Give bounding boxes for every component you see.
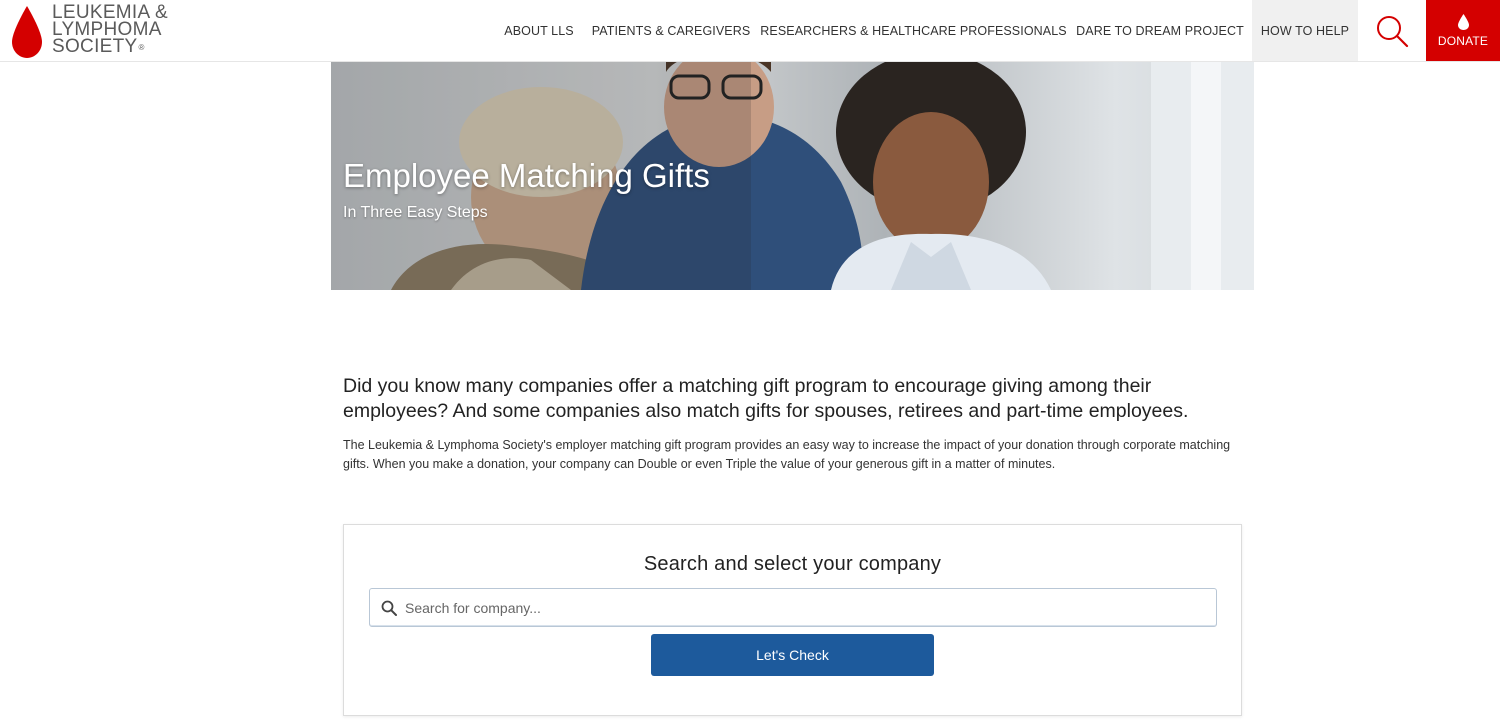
company-search-card: Search and select your company Let's Che… <box>343 524 1242 716</box>
company-search-box[interactable] <box>369 588 1217 627</box>
hero-subtitle: In Three Easy Steps <box>343 204 488 221</box>
company-search-input[interactable] <box>405 592 1205 623</box>
magnifier-icon <box>381 600 397 616</box>
drop-icon <box>1457 13 1469 30</box>
intro-body: The Leukemia & Lymphoma Society's employ… <box>343 438 1231 471</box>
lets-check-button[interactable]: Let's Check <box>651 634 934 676</box>
logo-wordmark: LEUKEMIA & LYMPHOMA SOCIETY® <box>52 2 168 57</box>
nav-about-lls[interactable]: ABOUT LLS <box>495 0 583 61</box>
donate-label: DONATE <box>1437 33 1489 48</box>
hero-banner: Employee Matching Gifts In Three Easy St… <box>331 62 1254 290</box>
header-search-button[interactable] <box>1359 0 1425 61</box>
nav-researchers-healthcare[interactable]: RESEARCHERS & HEALTHCARE PROFESSIONALS <box>760 0 1067 61</box>
nav-patients-caregivers[interactable]: PATIENTS & CAREGIVERS <box>585 0 757 61</box>
site-header: LEUKEMIA & LYMPHOMA SOCIETY® ABOUT LLS P… <box>0 0 1500 62</box>
logo-line-3: SOCIETY <box>52 36 138 57</box>
nav-how-to-help[interactable]: HOW TO HELP <box>1252 0 1358 61</box>
hero-title: Employee Matching Gifts <box>343 157 710 194</box>
lls-logo[interactable]: LEUKEMIA & LYMPHOMA SOCIETY® <box>10 2 168 60</box>
registered-mark: ® <box>138 43 145 52</box>
nav-dare-to-dream[interactable]: DARE TO DREAM PROJECT <box>1070 0 1250 61</box>
search-card-title: Search and select your company <box>643 553 942 575</box>
search-icon <box>1377 15 1409 47</box>
blood-drop-logo-icon <box>12 6 42 58</box>
intro-lead: Did you know many companies offer a matc… <box>343 375 1189 422</box>
donate-button[interactable]: DONATE <box>1426 0 1500 61</box>
